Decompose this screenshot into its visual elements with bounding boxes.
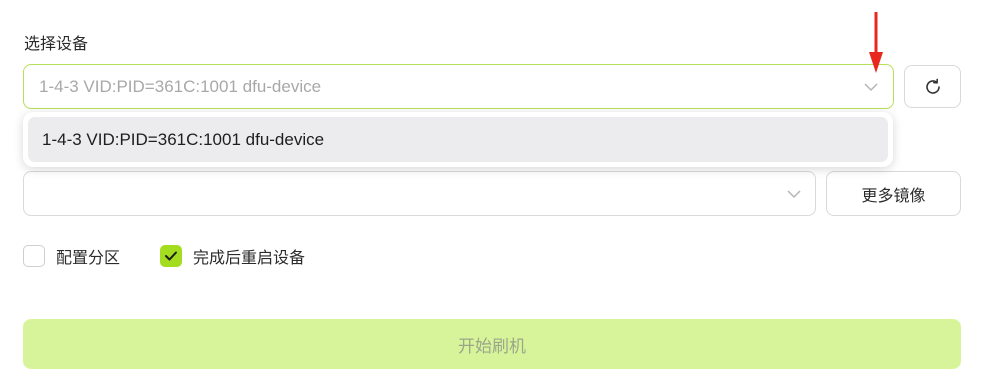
- refresh-icon: [925, 78, 940, 94]
- dropdown-option[interactable]: 1-4-3 VID:PID=361C:1001 dfu-device: [28, 117, 888, 162]
- start-flash-button[interactable]: 开始刷机: [23, 319, 961, 369]
- checkbox-label: 完成后重启设备: [193, 248, 306, 267]
- refresh-button[interactable]: [904, 65, 961, 108]
- checkbox-box[interactable]: [23, 245, 45, 267]
- configure-partition-checkbox[interactable]: 配置分区: [23, 245, 120, 267]
- device-select[interactable]: 1-4-3 VID:PID=361C:1001 dfu-device: [23, 64, 894, 109]
- checkbox-box-checked[interactable]: [160, 245, 182, 267]
- device-select-value: 1-4-3 VID:PID=361C:1001 dfu-device: [39, 77, 322, 96]
- image-select[interactable]: [23, 171, 816, 216]
- device-select-label: 选择设备: [24, 34, 89, 53]
- reboot-after-checkbox[interactable]: 完成后重启设备: [160, 245, 305, 267]
- chevron-down-icon: [864, 83, 878, 92]
- chevron-down-icon: [787, 190, 801, 199]
- more-images-button[interactable]: 更多镜像: [826, 171, 961, 216]
- checkbox-label: 配置分区: [56, 248, 121, 267]
- check-icon: [165, 251, 177, 261]
- device-dropdown: 1-4-3 VID:PID=361C:1001 dfu-device: [23, 112, 893, 167]
- annotation-arrow-icon: [869, 12, 883, 73]
